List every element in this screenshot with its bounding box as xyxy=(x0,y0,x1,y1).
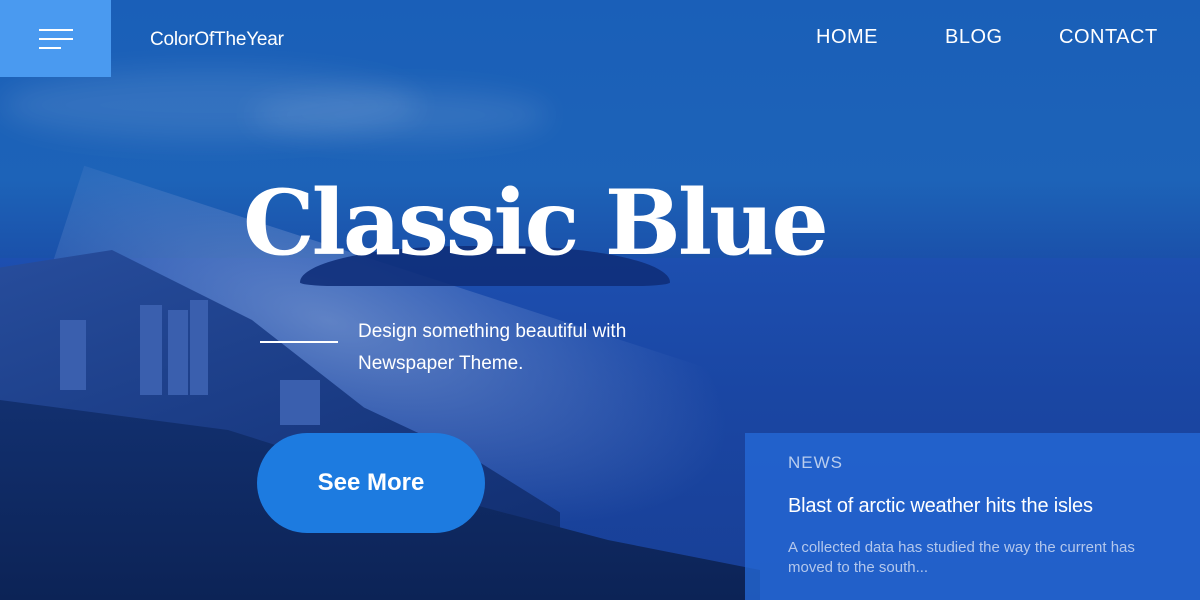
nav-home[interactable]: HOME xyxy=(816,26,878,49)
nav-contact[interactable]: CONTACT xyxy=(1059,26,1158,49)
see-more-button[interactable]: See More xyxy=(257,433,485,533)
news-tag: NEWS xyxy=(788,453,843,472)
brand-logo[interactable]: ColorOfTheYear xyxy=(150,29,284,51)
hamburger-menu-icon xyxy=(38,27,73,51)
news-excerpt: A collected data has studied the way the… xyxy=(788,539,1135,576)
menu-button[interactable] xyxy=(0,0,111,77)
hero-title: Classic Blue xyxy=(243,170,829,276)
nav-blog[interactable]: BLOG xyxy=(945,26,1003,49)
subtitle-divider xyxy=(260,341,338,343)
news-headline[interactable]: Blast of arctic weather hits the isles xyxy=(788,495,1200,518)
news-card[interactable]: NEWS Blast of arctic weather hits the is… xyxy=(745,433,1200,600)
hero-subtitle: Design something beautiful with Newspape… xyxy=(358,321,627,374)
